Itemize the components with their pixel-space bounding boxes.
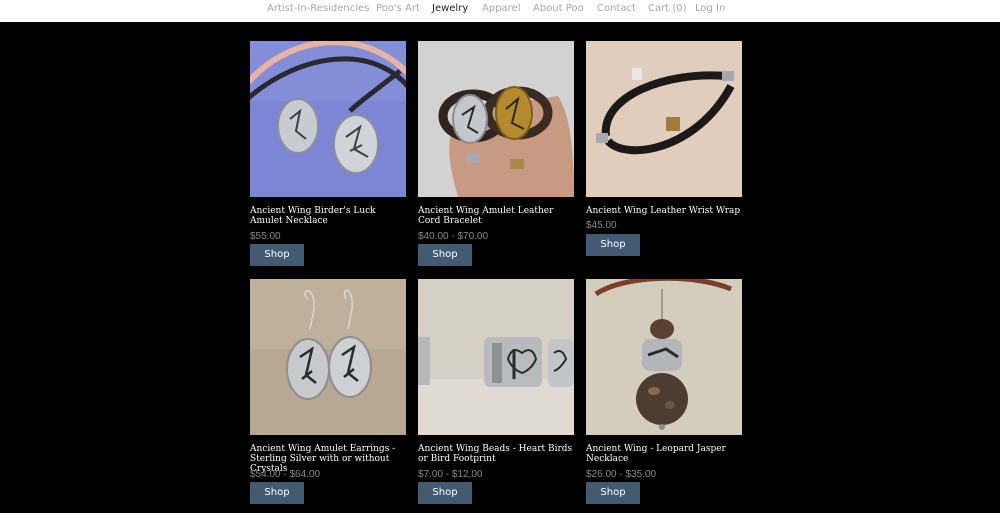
shop-button[interactable]: Shop [250,244,304,266]
product-title[interactable]: Ancient Wing Beads - Heart Birds or Bird… [418,444,578,464]
nav-link-jewelry[interactable]: Jewelry [432,3,468,14]
product-image-leopard-jasper-necklace[interactable] [586,279,742,435]
product-image-amulet-earrings[interactable] [250,279,406,435]
shop-button[interactable]: Shop [418,244,472,266]
nav-link-apparel[interactable]: Apparel [482,3,521,14]
nav-link-artist-in-residencies[interactable]: Artist-In-Residencies [267,3,369,14]
product-price: $54.00 - $64.00 [250,469,321,480]
product-price: $7.00 - $12.00 [418,469,483,480]
product-title[interactable]: Ancient Wing Amulet Leather Cord Bracele… [418,206,578,226]
nav-link-contact[interactable]: Contact [597,3,636,14]
nav-link-cart[interactable]: Cart (0) [648,3,687,14]
product-price: $26.00 - $35.00 [586,469,657,480]
nav-link-log-in[interactable]: Log In [695,3,725,14]
product-price: $45.00 [586,220,617,231]
product-title[interactable]: Ancient Wing - Leopard Jasper Necklace [586,444,746,464]
product-image-beads[interactable] [418,279,574,435]
product-image-leather-wrist-wrap[interactable] [586,41,742,197]
nav-link-poos-art[interactable]: Poo's Art [376,3,420,14]
product-image-amulet-necklace[interactable] [250,41,406,197]
shop-button[interactable]: Shop [586,234,640,256]
nav-link-about-poo[interactable]: About Poo [533,3,584,14]
shop-button[interactable]: Shop [250,482,304,504]
product-title[interactable]: Ancient Wing Leather Wrist Wrap [586,206,746,216]
product-title[interactable]: Ancient Wing Birder's Luck Amulet Neckla… [250,206,410,226]
product-image-leather-cord-bracelet[interactable] [418,41,574,197]
product-price: $55.00 [250,231,281,242]
shop-button[interactable]: Shop [586,482,640,504]
shop-button[interactable]: Shop [418,482,472,504]
top-navigation: Artist-In-Residencies Poo's Art Jewelry … [0,0,1000,22]
product-price: $40.00 - $70.00 [418,231,489,242]
